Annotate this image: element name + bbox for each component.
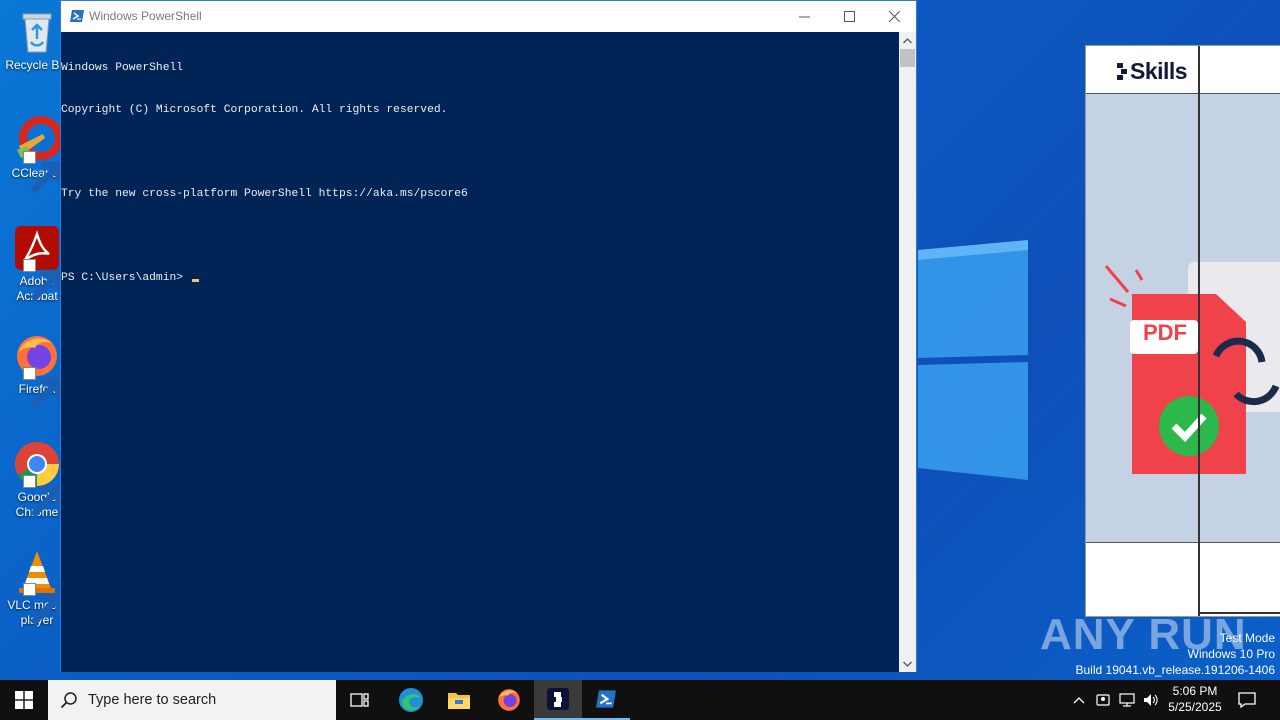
console-line: Windows PowerShell [61,62,184,74]
taskbar-firefox[interactable] [485,680,533,720]
powershell-window[interactable]: Windows PowerShell Windows PowerShell Co… [60,0,917,672]
taskbar-search-box[interactable]: Type here to search [48,680,336,720]
task-view-button[interactable] [336,680,384,720]
console-line: Copyright (C) Microsoft Corporation. All… [61,104,448,116]
volume-button[interactable] [1140,680,1162,720]
test-mode-watermark: Test Mode Windows 10 Pro Build 19041.vb_… [1076,630,1276,678]
network-icon [1119,693,1135,707]
windows-start-icon [15,691,33,709]
maximize-button[interactable] [826,1,872,31]
task-view-icon [350,693,369,707]
skills-header: Skills [1086,46,1280,94]
windows-edition-line: Windows 10 Pro [1187,647,1275,661]
taskbar-edge[interactable] [387,680,435,720]
powershell-icon [596,690,616,708]
notifications-button[interactable] [1234,680,1260,720]
maximize-icon [843,10,855,22]
scroll-up-button[interactable] [899,32,916,49]
chevron-down-icon [903,661,912,667]
start-button[interactable] [0,680,48,720]
pdf-convert-illustration [1104,262,1280,474]
firefox-icon [498,689,520,711]
search-icon [60,692,77,709]
skills-app-icon [547,688,569,710]
shortcut-arrow-icon [23,583,63,626]
taskbar-powershell[interactable] [582,680,630,720]
shortcut-arrow-icon [23,367,63,410]
show-hidden-icons-button[interactable] [1068,680,1090,720]
taskbar-file-explorer[interactable] [435,680,483,720]
recycle-bin-icon [22,13,52,53]
powershell-icon [70,10,84,22]
minimize-button[interactable] [781,1,827,31]
meet-now-icon [1096,694,1110,706]
prompt-text: PS C:\Users\admin> [61,272,190,284]
prompt-line[interactable]: PS C:\Users\admin> [61,271,901,285]
skills-logo: Skills [1114,58,1188,85]
skills-logo-icon [1117,63,1127,80]
shortcut-arrow-icon [23,151,63,194]
minimize-icon [798,16,810,17]
clock-date: 5/25/2025 [1168,700,1222,714]
shortcut-arrow-icon [23,475,63,518]
window-edge-line [1198,46,1200,616]
scroll-down-button[interactable] [899,655,916,672]
edge-icon [399,688,423,712]
file-explorer-icon [448,693,470,709]
shortcut-arrow-icon [23,259,63,302]
windows-logo-wallpaper [918,240,1028,480]
console-output[interactable]: Windows PowerShell Copyright (C) Microso… [61,32,901,672]
skills-illustration: PDF [1086,94,1280,544]
close-icon [888,10,900,22]
close-button[interactable] [871,1,917,31]
build-line: Build 19041.vb_release.191206-1406 [1075,663,1276,677]
title-bar[interactable]: Windows PowerShell [61,1,916,32]
skills-app-window[interactable]: Skills PDF [1085,45,1280,617]
chevron-up-icon [1073,697,1085,704]
pdf-badge-text: PDF [1143,320,1187,345]
vertical-scrollbar[interactable] [899,32,916,672]
window-title: Windows PowerShell [89,9,202,23]
notification-icon [1238,692,1256,708]
network-button[interactable] [1116,680,1138,720]
skills-footer [1086,542,1280,616]
search-placeholder: Type here to search [88,692,217,708]
taskbar-skills-app[interactable] [534,680,582,720]
test-mode-line: Test Mode [1219,631,1275,645]
clock-time: 5:06 PM [1172,684,1218,698]
taskbar: Type here to search 5:06 PM 5/25/2025 [0,680,1280,720]
speaker-icon [1144,694,1158,706]
chevron-up-icon [903,37,912,43]
tray-app-button[interactable] [1092,680,1114,720]
system-clock[interactable]: 5:06 PM 5/25/2025 [1160,683,1230,715]
scrollbar-thumb[interactable] [900,49,915,67]
text-cursor [191,279,199,282]
console-line: Try the new cross-platform PowerShell ht… [61,188,468,200]
